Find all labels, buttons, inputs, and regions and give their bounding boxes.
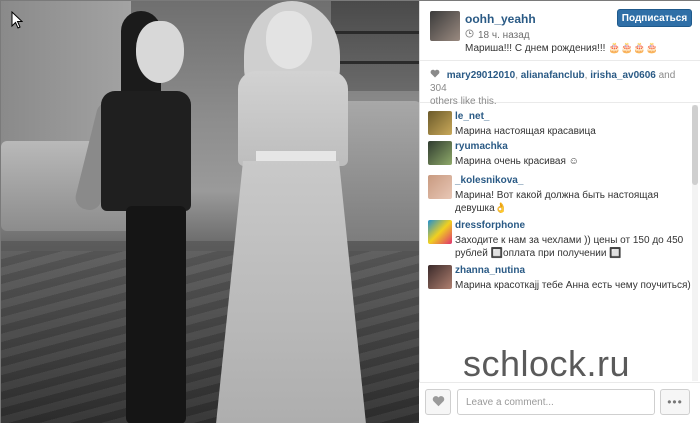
photo-person-right	[216, 1, 366, 423]
heart-icon	[432, 395, 445, 410]
comment-text: Марина! Вот какой должна быть настоящая …	[455, 190, 659, 214]
post-timestamp: 18 ч. назад	[465, 29, 530, 41]
instagram-post-viewer: oohh_yeahh 18 ч. назад Мариша!!! С днем …	[0, 0, 700, 423]
liker-link[interactable]: mary29012010	[447, 70, 515, 81]
comment-text: Заходите к нам за чехлами )) цены от 150…	[455, 235, 684, 259]
heart-icon	[430, 69, 443, 81]
scrollbar-thumb[interactable]	[692, 105, 698, 185]
post-caption: Мариша!!! С днем рождения!!! 🎂🎂🎂🎂	[465, 43, 658, 54]
comments-list: le_net_ Марина настоящая красавица ryuma…	[420, 105, 700, 381]
more-options-button[interactable]: •••	[660, 389, 690, 415]
like-button[interactable]	[425, 389, 451, 415]
avatar[interactable]	[430, 11, 460, 41]
follow-button[interactable]: Подписаться	[617, 9, 692, 27]
likes-summary: mary29012010, alianafanclub, irisha_av06…	[420, 63, 700, 107]
comment-username[interactable]: ryumachka	[455, 141, 508, 152]
more-dots-icon: •••	[667, 395, 683, 409]
clock-icon	[465, 29, 474, 41]
avatar[interactable]	[428, 265, 452, 289]
comment-composer: •••	[419, 382, 700, 423]
comment-text: Марина красоткаjj тебе Анна есть чему по…	[455, 280, 691, 291]
comments-scrollbar[interactable]	[692, 105, 698, 381]
avatar[interactable]	[428, 175, 452, 199]
avatar[interactable]	[428, 141, 452, 165]
avatar[interactable]	[428, 111, 452, 135]
liker-link[interactable]: irisha_av0606	[590, 70, 656, 81]
post-time-text: 18 ч. назад	[478, 29, 530, 41]
comment-username[interactable]: _kolesnikova_	[455, 175, 523, 186]
comment-text: Марина очень красивая ☺	[455, 156, 579, 167]
comment-username[interactable]: dressforphone	[455, 220, 525, 231]
comment-text: Марина настоящая красавица	[455, 126, 596, 137]
watermark: schlock.ru	[463, 343, 631, 384]
comment-input[interactable]	[457, 389, 655, 415]
avatar[interactable]	[428, 220, 452, 244]
photo-person-left	[73, 11, 191, 423]
comment-username[interactable]: zhanna_nutina	[455, 265, 525, 276]
liker-link[interactable]: alianafanclub	[521, 70, 585, 81]
post-author-username[interactable]: oohh_yeahh	[465, 12, 536, 26]
comment-username[interactable]: le_net_	[455, 111, 489, 122]
post-photo[interactable]	[1, 1, 419, 423]
post-header: oohh_yeahh 18 ч. назад Мариша!!! С днем …	[420, 1, 700, 61]
